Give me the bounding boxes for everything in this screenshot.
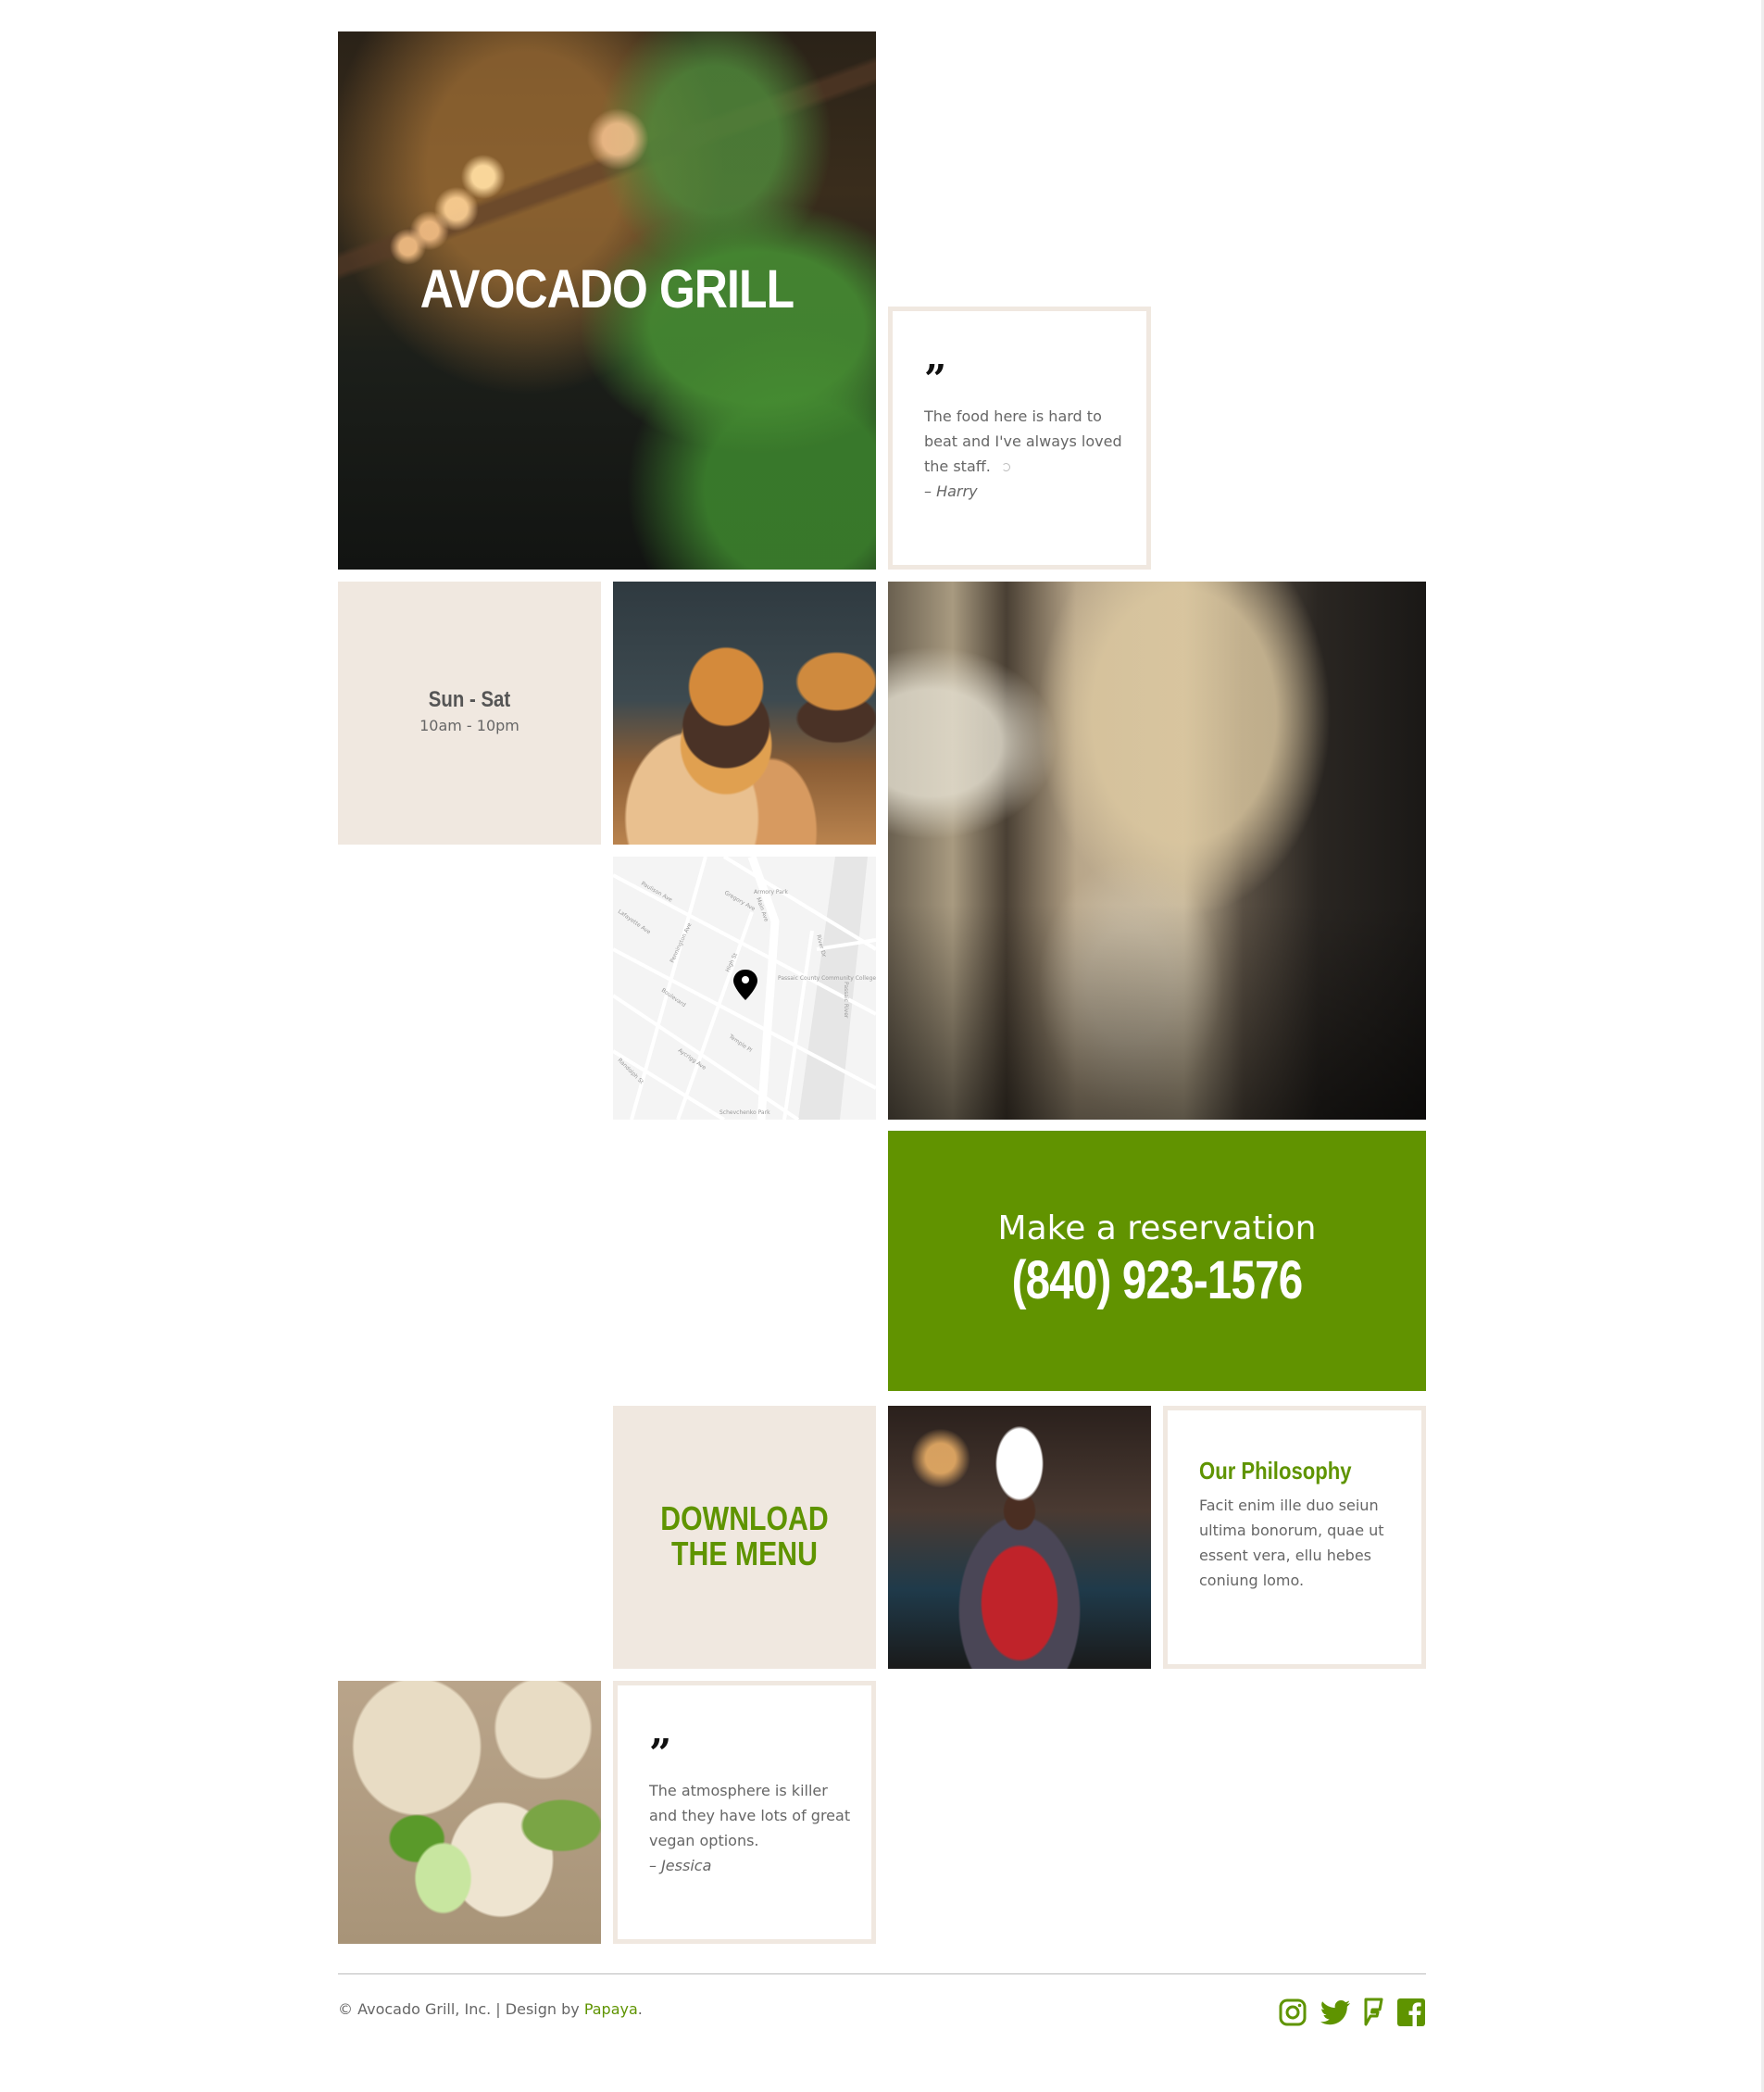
location-map[interactable]: Paulison Ave Gregory Ave Armory Park Mai… [613,857,876,1120]
download-menu-button[interactable]: DOWNLOAD THE MENU [613,1406,876,1669]
tacos-image [338,1681,601,1944]
footer-copyright: © Avocado Grill, Inc. | Design by Papaya… [338,2000,643,2018]
loading-spinner-icon [1001,463,1010,471]
hours-time: 10am - 10pm [419,717,519,734]
philosophy-text: Facit enim ille duo seiun ultima bonorum… [1199,1497,1384,1589]
twitter-icon[interactable] [1320,1998,1350,2027]
testimonial-author: – Harry [924,482,978,500]
social-links [1278,1998,1426,2027]
map-label: Armory Park [754,889,788,896]
philosophy-title: Our Philosophy [1199,1457,1352,1484]
opening-hours: Sun - Sat 10am - 10pm [338,582,601,845]
testimonial-text: The food here is hard to beat and I've a… [924,407,1122,475]
hours-days: Sun - Sat [428,687,511,712]
foursquare-icon[interactable] [1363,1998,1383,2027]
map-label: Passaic River [843,982,849,1019]
testimonial-author: – Jessica [649,1857,712,1874]
restaurant-interior-image [888,582,1426,1120]
footer-divider [338,1973,1426,1974]
burger-image [613,582,876,845]
chef-image [888,1406,1151,1669]
reservation-label: Make a reservation [997,1209,1317,1247]
site-title: AVOCADO GRILL [419,259,794,319]
quote-icon: ” [924,357,946,402]
testimonial-card: ” The food here is hard to beat and I've… [888,307,1151,570]
download-menu-line2: THE MENU [671,1535,818,1572]
content-grid: AVOCADO GRILL ” The food here is hard to… [338,31,1426,1944]
instagram-icon[interactable] [1278,1998,1307,2027]
designer-link[interactable]: Papaya [584,2000,638,2018]
quote-icon: ” [649,1731,671,1776]
testimonial-card: ” The atmosphere is killer and they have… [613,1681,876,1944]
facebook-icon[interactable] [1396,1998,1426,2027]
philosophy-card: Our Philosophy Facit enim ille duo seiun… [1163,1406,1426,1669]
hero-image: AVOCADO GRILL [338,31,876,570]
map-streets: Paulison Ave Gregory Ave Armory Park Mai… [613,857,876,1120]
download-menu-line1: DOWNLOAD [660,1499,829,1537]
map-label: Schevchenko Park [719,1109,770,1116]
map-label: Passaic County Community College [778,975,876,982]
reservation-phone[interactable]: (840) 923-1576 [936,1249,1377,1311]
testimonial-text: The atmosphere is killer and they have l… [649,1782,851,1849]
reservation-banner[interactable]: Make a reservation (840) 923-1576 [888,1131,1426,1391]
